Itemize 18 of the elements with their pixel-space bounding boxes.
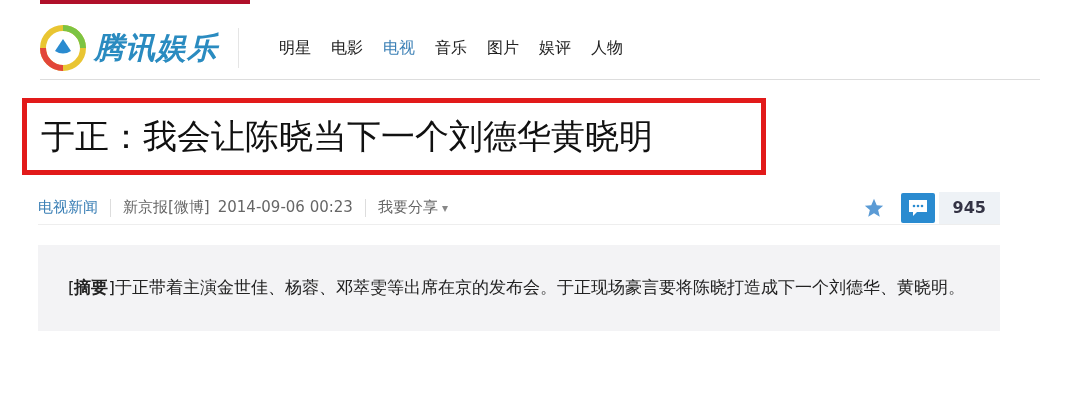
source-text: 新京报[微博] [123, 197, 210, 219]
nav-link[interactable]: 音乐 [435, 35, 467, 60]
nav-link[interactable]: 娱评 [539, 35, 571, 60]
logo-icon [40, 24, 86, 71]
date-text: 2014-09-06 00:23 [217, 197, 353, 219]
nav-link[interactable]: 图片 [487, 35, 519, 60]
nav-link[interactable]: 明星 [279, 35, 311, 60]
nav-link[interactable]: 电视 [383, 35, 415, 60]
logo-text: 腾讯娱乐 [94, 29, 218, 67]
nav-link[interactable]: 人物 [591, 35, 623, 60]
share-button[interactable]: 我要分享 [377, 196, 438, 219]
comment-icon[interactable] [900, 192, 935, 223]
article-title: 于正：我会让陈晓当下一个刘德华黄晓明 [22, 98, 766, 175]
nav-link[interactable]: 电影 [331, 35, 363, 60]
category-link[interactable]: 电视新闻 [38, 196, 98, 219]
caret-icon[interactable]: ▾ [441, 198, 448, 217]
summary-text: [摘要]于正带着主演金世佳、杨蓉、邓萃雯等出席在京的发布会。于正现场豪言要将陈晓打造成下一个刘德华、黄晓明。 [38, 245, 1000, 331]
comment-count[interactable]: 945 [938, 191, 1000, 224]
